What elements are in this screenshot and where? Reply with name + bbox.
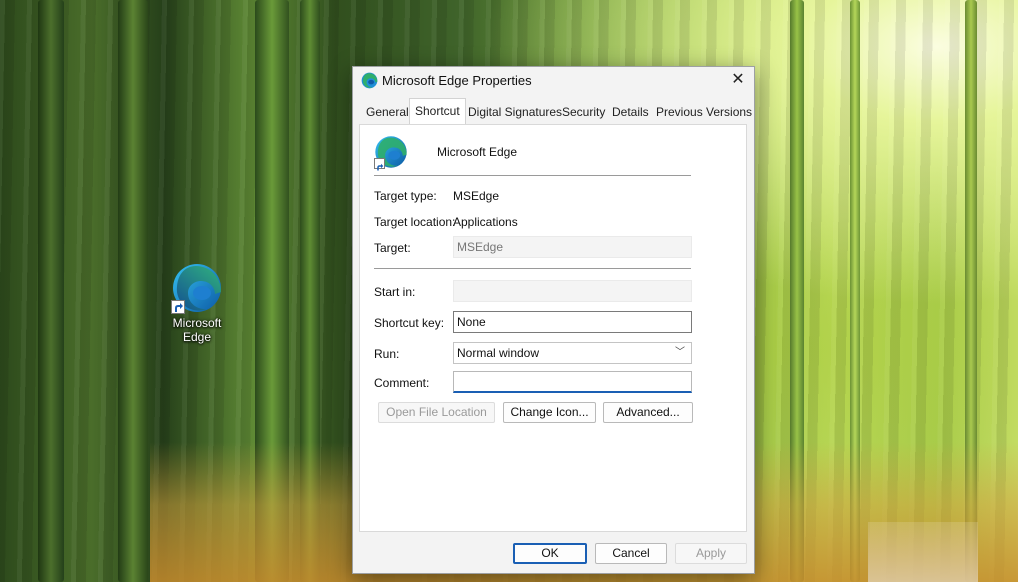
start-in-field (453, 280, 692, 302)
shortcut-arrow-icon (171, 300, 185, 314)
apply-button[interactable]: Apply (675, 543, 747, 564)
comment-label: Comment: (374, 376, 430, 390)
tab-shortcut[interactable]: Shortcut (409, 98, 466, 124)
tab-strip: General Shortcut Digital Signatures Secu… (359, 98, 752, 125)
microsoft-edge-icon (374, 135, 408, 171)
dialog-title: Microsoft Edge Properties (382, 73, 532, 88)
tab-digital-signatures[interactable]: Digital Signatures (463, 101, 567, 123)
cancel-button[interactable]: Cancel (595, 543, 667, 564)
tab-general[interactable]: General (361, 101, 414, 123)
shortcut-key-label: Shortcut key: (374, 316, 445, 330)
walking-path (868, 522, 978, 582)
open-file-location-button[interactable]: Open File Location (378, 402, 495, 423)
app-name: Microsoft Edge (437, 145, 518, 159)
target-type-label: Target type: (374, 189, 437, 203)
change-icon-button[interactable]: Change Icon... (503, 402, 596, 423)
run-select-value: Normal window (457, 346, 540, 360)
shortcut-arrow-icon (374, 158, 385, 171)
desktop-icon-label-line2: Edge (182, 330, 212, 344)
microsoft-edge-icon (171, 262, 223, 314)
desktop-icon-label-line1: Microsoft (172, 316, 222, 330)
ok-button[interactable]: OK (513, 543, 587, 564)
target-type-value: MSEdge (453, 189, 500, 203)
shortcut-key-field[interactable]: None (453, 311, 692, 333)
microsoft-edge-icon (361, 72, 378, 89)
run-label: Run: (374, 347, 400, 361)
bamboo-stalk (38, 0, 64, 582)
target-location-label: Target location: (374, 215, 456, 229)
comment-field[interactable] (453, 371, 692, 393)
advanced-button[interactable]: Advanced... (603, 402, 693, 423)
start-in-label: Start in: (374, 285, 416, 299)
close-button[interactable]: ✕ (724, 67, 752, 93)
run-select[interactable]: Normal window ﹀ (453, 342, 692, 364)
tab-security[interactable]: Security (557, 101, 610, 123)
desktop-icon-microsoft-edge[interactable]: Microsoft Edge (160, 262, 234, 345)
divider (374, 175, 691, 176)
properties-dialog: Microsoft Edge Properties ✕ General Shor… (352, 66, 755, 574)
shortcut-tab-panel: Microsoft Edge Target type: MSEdge Targe… (359, 124, 747, 532)
bamboo-stalk (118, 0, 148, 582)
divider (374, 268, 691, 269)
tab-details[interactable]: Details (607, 101, 654, 123)
chevron-down-icon: ﹀ (675, 347, 685, 358)
target-label: Target: (374, 241, 411, 255)
close-icon: ✕ (731, 71, 745, 88)
target-field: MSEdge (453, 236, 692, 258)
title-bar[interactable]: Microsoft Edge Properties ✕ (353, 67, 754, 95)
tab-previous-versions[interactable]: Previous Versions (651, 101, 757, 123)
target-location-value: Applications (453, 215, 518, 229)
